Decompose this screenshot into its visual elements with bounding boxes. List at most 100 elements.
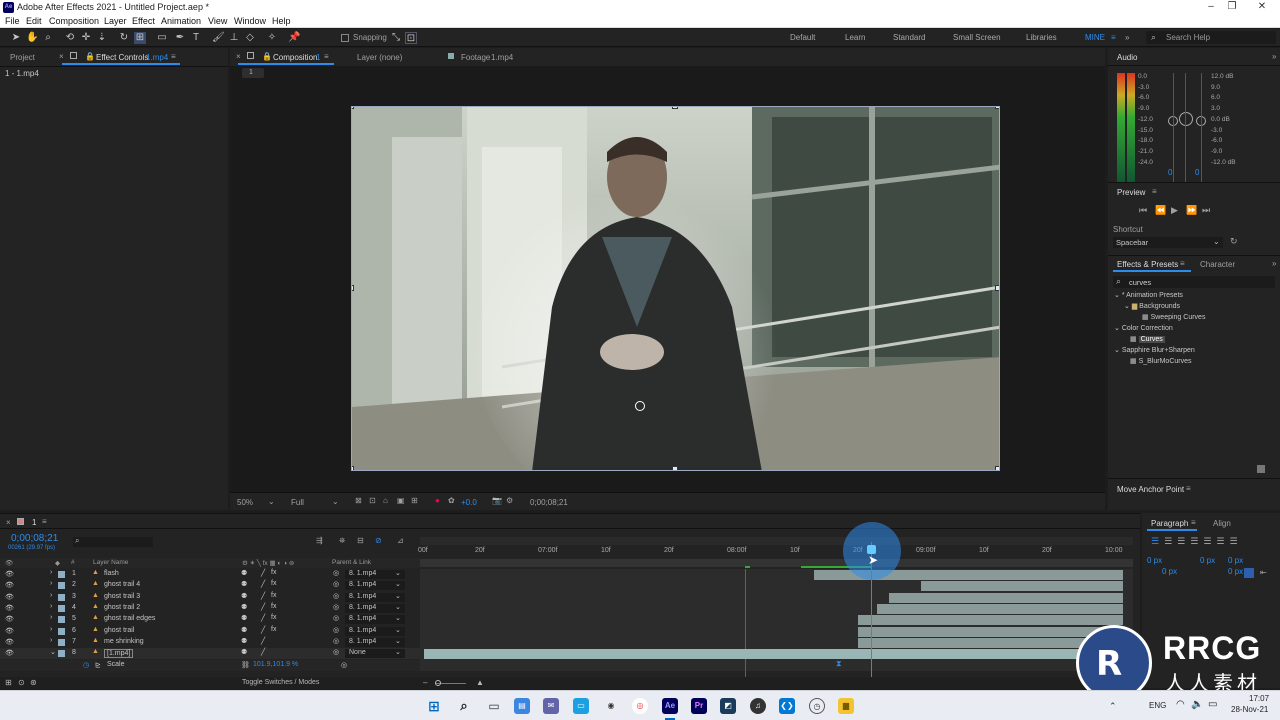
- shy-switch-icon[interactable]: ⚉: [241, 637, 247, 645]
- shy-switch-icon[interactable]: ⚉: [241, 569, 247, 577]
- draft-3d-icon[interactable]: ⛯: [339, 536, 345, 546]
- file-explorer-icon[interactable]: ▆: [838, 698, 854, 714]
- layer-name-header[interactable]: Layer Name: [93, 559, 128, 566]
- shy-switch-icon[interactable]: ⚉: [241, 580, 247, 588]
- quality-switch-icon[interactable]: ╱: [261, 569, 265, 577]
- fx-switch-icon[interactable]: fx: [271, 580, 276, 587]
- pickwhip-icon[interactable]: ◎: [333, 648, 339, 656]
- comp-mini-flowchart-icon[interactable]: ⇶: [316, 536, 323, 545]
- selection-tool-icon[interactable]: ➤: [10, 32, 22, 44]
- pan-camera-icon[interactable]: ✛: [80, 32, 92, 44]
- tree-item-animation-presets[interactable]: ⌄ * Animation Presets: [1114, 291, 1183, 299]
- menu-composition[interactable]: Composition: [49, 16, 99, 26]
- layer-bar[interactable]: [921, 581, 1123, 592]
- layer-row[interactable]: 👁 › 3 ▲ ghost trail 3 ⚉ ╱ fx ◎ 8. 1.mp4 ⌄: [0, 591, 420, 603]
- quality-switch-icon[interactable]: ╱: [261, 614, 265, 622]
- menu-animation[interactable]: Animation: [161, 16, 201, 26]
- volume-knob-master[interactable]: [1179, 112, 1193, 126]
- zoom-out-icon[interactable]: –: [423, 678, 427, 687]
- tab-composition[interactable]: Composition: [273, 53, 317, 62]
- stopwatch-icon[interactable]: ◷: [83, 661, 89, 669]
- tree-item-color-correction[interactable]: ⌄ Color Correction: [1114, 324, 1173, 332]
- solo-view-icon[interactable]: ⊛: [30, 678, 37, 687]
- workspace-standard[interactable]: Standard: [893, 33, 925, 42]
- transform-handle[interactable]: [672, 107, 678, 109]
- toggle-switches-modes[interactable]: Toggle Switches / Modes: [242, 679, 319, 686]
- pickwhip-icon[interactable]: ◎: [333, 592, 339, 600]
- zoom-dropdown[interactable]: 50%: [237, 498, 253, 507]
- tab-effect-controls[interactable]: Effect Controls: [96, 53, 148, 62]
- expand-chevron-icon[interactable]: ›: [50, 626, 52, 633]
- close-tab-icon[interactable]: ×: [6, 518, 11, 527]
- expand-panel-icon[interactable]: »: [1272, 52, 1276, 61]
- dolly-camera-icon[interactable]: ⇣: [96, 32, 108, 44]
- layer-row[interactable]: 👁 › 5 ▲ ghost trail edges ⚉ ╱ fx ◎ 8. 1.mp4 ⌄: [0, 614, 420, 626]
- zoom-slider-thumb[interactable]: [435, 680, 441, 686]
- tab-align[interactable]: Align: [1213, 519, 1231, 528]
- panel-menu-icon[interactable]: ≡: [324, 52, 329, 61]
- justify-right-icon[interactable]: ☰: [1216, 536, 1229, 546]
- widgets-icon[interactable]: ▤: [514, 698, 530, 714]
- shy-switch-icon[interactable]: ⚉: [241, 614, 247, 622]
- fast-previews-icon[interactable]: ⊠: [355, 496, 362, 505]
- keyframe-nav-icon[interactable]: ⊵: [95, 661, 101, 669]
- pen-tool-icon[interactable]: ✒: [174, 32, 186, 44]
- panel-menu-icon[interactable]: ≡: [1152, 187, 1157, 196]
- tab-effects-presets[interactable]: Effects & Presets: [1117, 260, 1178, 269]
- work-area-bar[interactable]: [420, 537, 1133, 545]
- quality-switch-icon[interactable]: ╱: [261, 648, 265, 656]
- eye-icon[interactable]: 👁: [5, 638, 14, 646]
- menu-file[interactable]: File: [5, 16, 20, 26]
- chat-icon[interactable]: ✉: [543, 698, 559, 714]
- expand-chevron-icon[interactable]: ›: [50, 580, 52, 587]
- label-color-icon[interactable]: [58, 593, 65, 601]
- roto-brush-tool-icon[interactable]: ✧: [266, 32, 278, 44]
- layer-row[interactable]: 👁 › 7 ▲ me shrinking ⚉ ╱ ◎ 8. 1.mp4 ⌄: [0, 636, 420, 648]
- color-channels-icon[interactable]: ●: [435, 496, 440, 505]
- shy-switch-icon[interactable]: ⚉: [241, 592, 247, 600]
- fx-switch-icon[interactable]: fx: [271, 603, 276, 610]
- loop-icon[interactable]: ↻: [1230, 236, 1238, 247]
- audio-right-value[interactable]: 0: [1195, 168, 1199, 177]
- shy-switch-icon[interactable]: ⚉: [241, 626, 247, 634]
- fx-switch-icon[interactable]: fx: [271, 626, 276, 633]
- eye-icon[interactable]: 👁: [5, 581, 14, 589]
- snapping-checkbox[interactable]: [341, 34, 349, 42]
- label-color-icon[interactable]: [58, 650, 65, 658]
- space-before-value[interactable]: 0 px: [1228, 556, 1243, 565]
- transparency-grid-icon[interactable]: ⊡: [369, 496, 376, 505]
- label-color-icon[interactable]: [58, 638, 65, 646]
- workspace-mine[interactable]: MINE: [1085, 33, 1105, 42]
- battery-icon[interactable]: ▭: [1208, 699, 1217, 710]
- layer-bar[interactable]: [889, 592, 1123, 603]
- search-help-box[interactable]: ⌕ Search Help: [1146, 31, 1276, 44]
- minimize-icon[interactable]: –: [1201, 1, 1221, 13]
- layer-row[interactable]: 👁 › 4 ▲ ghost trail 2 ⚉ ╱ fx ◎ 8. 1.mp4 ⌄: [0, 602, 420, 614]
- audio-app-icon[interactable]: ♫: [750, 698, 766, 714]
- panel-menu-icon[interactable]: ≡: [171, 52, 176, 61]
- windows-start-icon[interactable]: ⊞: [426, 698, 442, 714]
- chrome-icon[interactable]: ◎: [632, 698, 648, 714]
- keyframe-icon[interactable]: ⧗: [836, 659, 842, 669]
- quality-switch-icon[interactable]: ╱: [261, 592, 265, 600]
- layer-bar[interactable]: [877, 603, 1123, 614]
- panel-menu-icon[interactable]: ≡: [1191, 518, 1196, 527]
- search-icon[interactable]: ⌕: [456, 698, 472, 714]
- snap-edges-icon[interactable]: ⤡: [390, 32, 402, 44]
- space-after-value[interactable]: 0 px: [1228, 567, 1243, 576]
- region-of-interest-icon[interactable]: ▣: [397, 496, 405, 505]
- color-management-icon[interactable]: ✿: [448, 496, 455, 505]
- tray-chevron-icon[interactable]: ⌃: [1109, 701, 1117, 712]
- expand-chevron-icon[interactable]: ›: [50, 569, 52, 576]
- clock-date[interactable]: 28-Nov-21: [1231, 705, 1268, 714]
- next-frame-icon[interactable]: ⏩: [1186, 205, 1197, 216]
- label-color-icon[interactable]: [58, 627, 65, 635]
- expand-chevron-icon[interactable]: ›: [50, 614, 52, 621]
- motion-blur-icon[interactable]: ⊘: [375, 536, 382, 545]
- expand-chevron-icon[interactable]: ›: [50, 603, 52, 610]
- menu-edit[interactable]: Edit: [26, 16, 42, 26]
- layer-row[interactable]: 👁 › 2 ▲ ghost trail 4 ⚉ ╱ fx ◎ 8. 1.mp4 ⌄: [0, 580, 420, 592]
- audio-left-value[interactable]: 0: [1168, 168, 1172, 177]
- maximize-icon[interactable]: ❐: [1222, 1, 1242, 13]
- pickwhip-icon[interactable]: ◎: [333, 569, 339, 577]
